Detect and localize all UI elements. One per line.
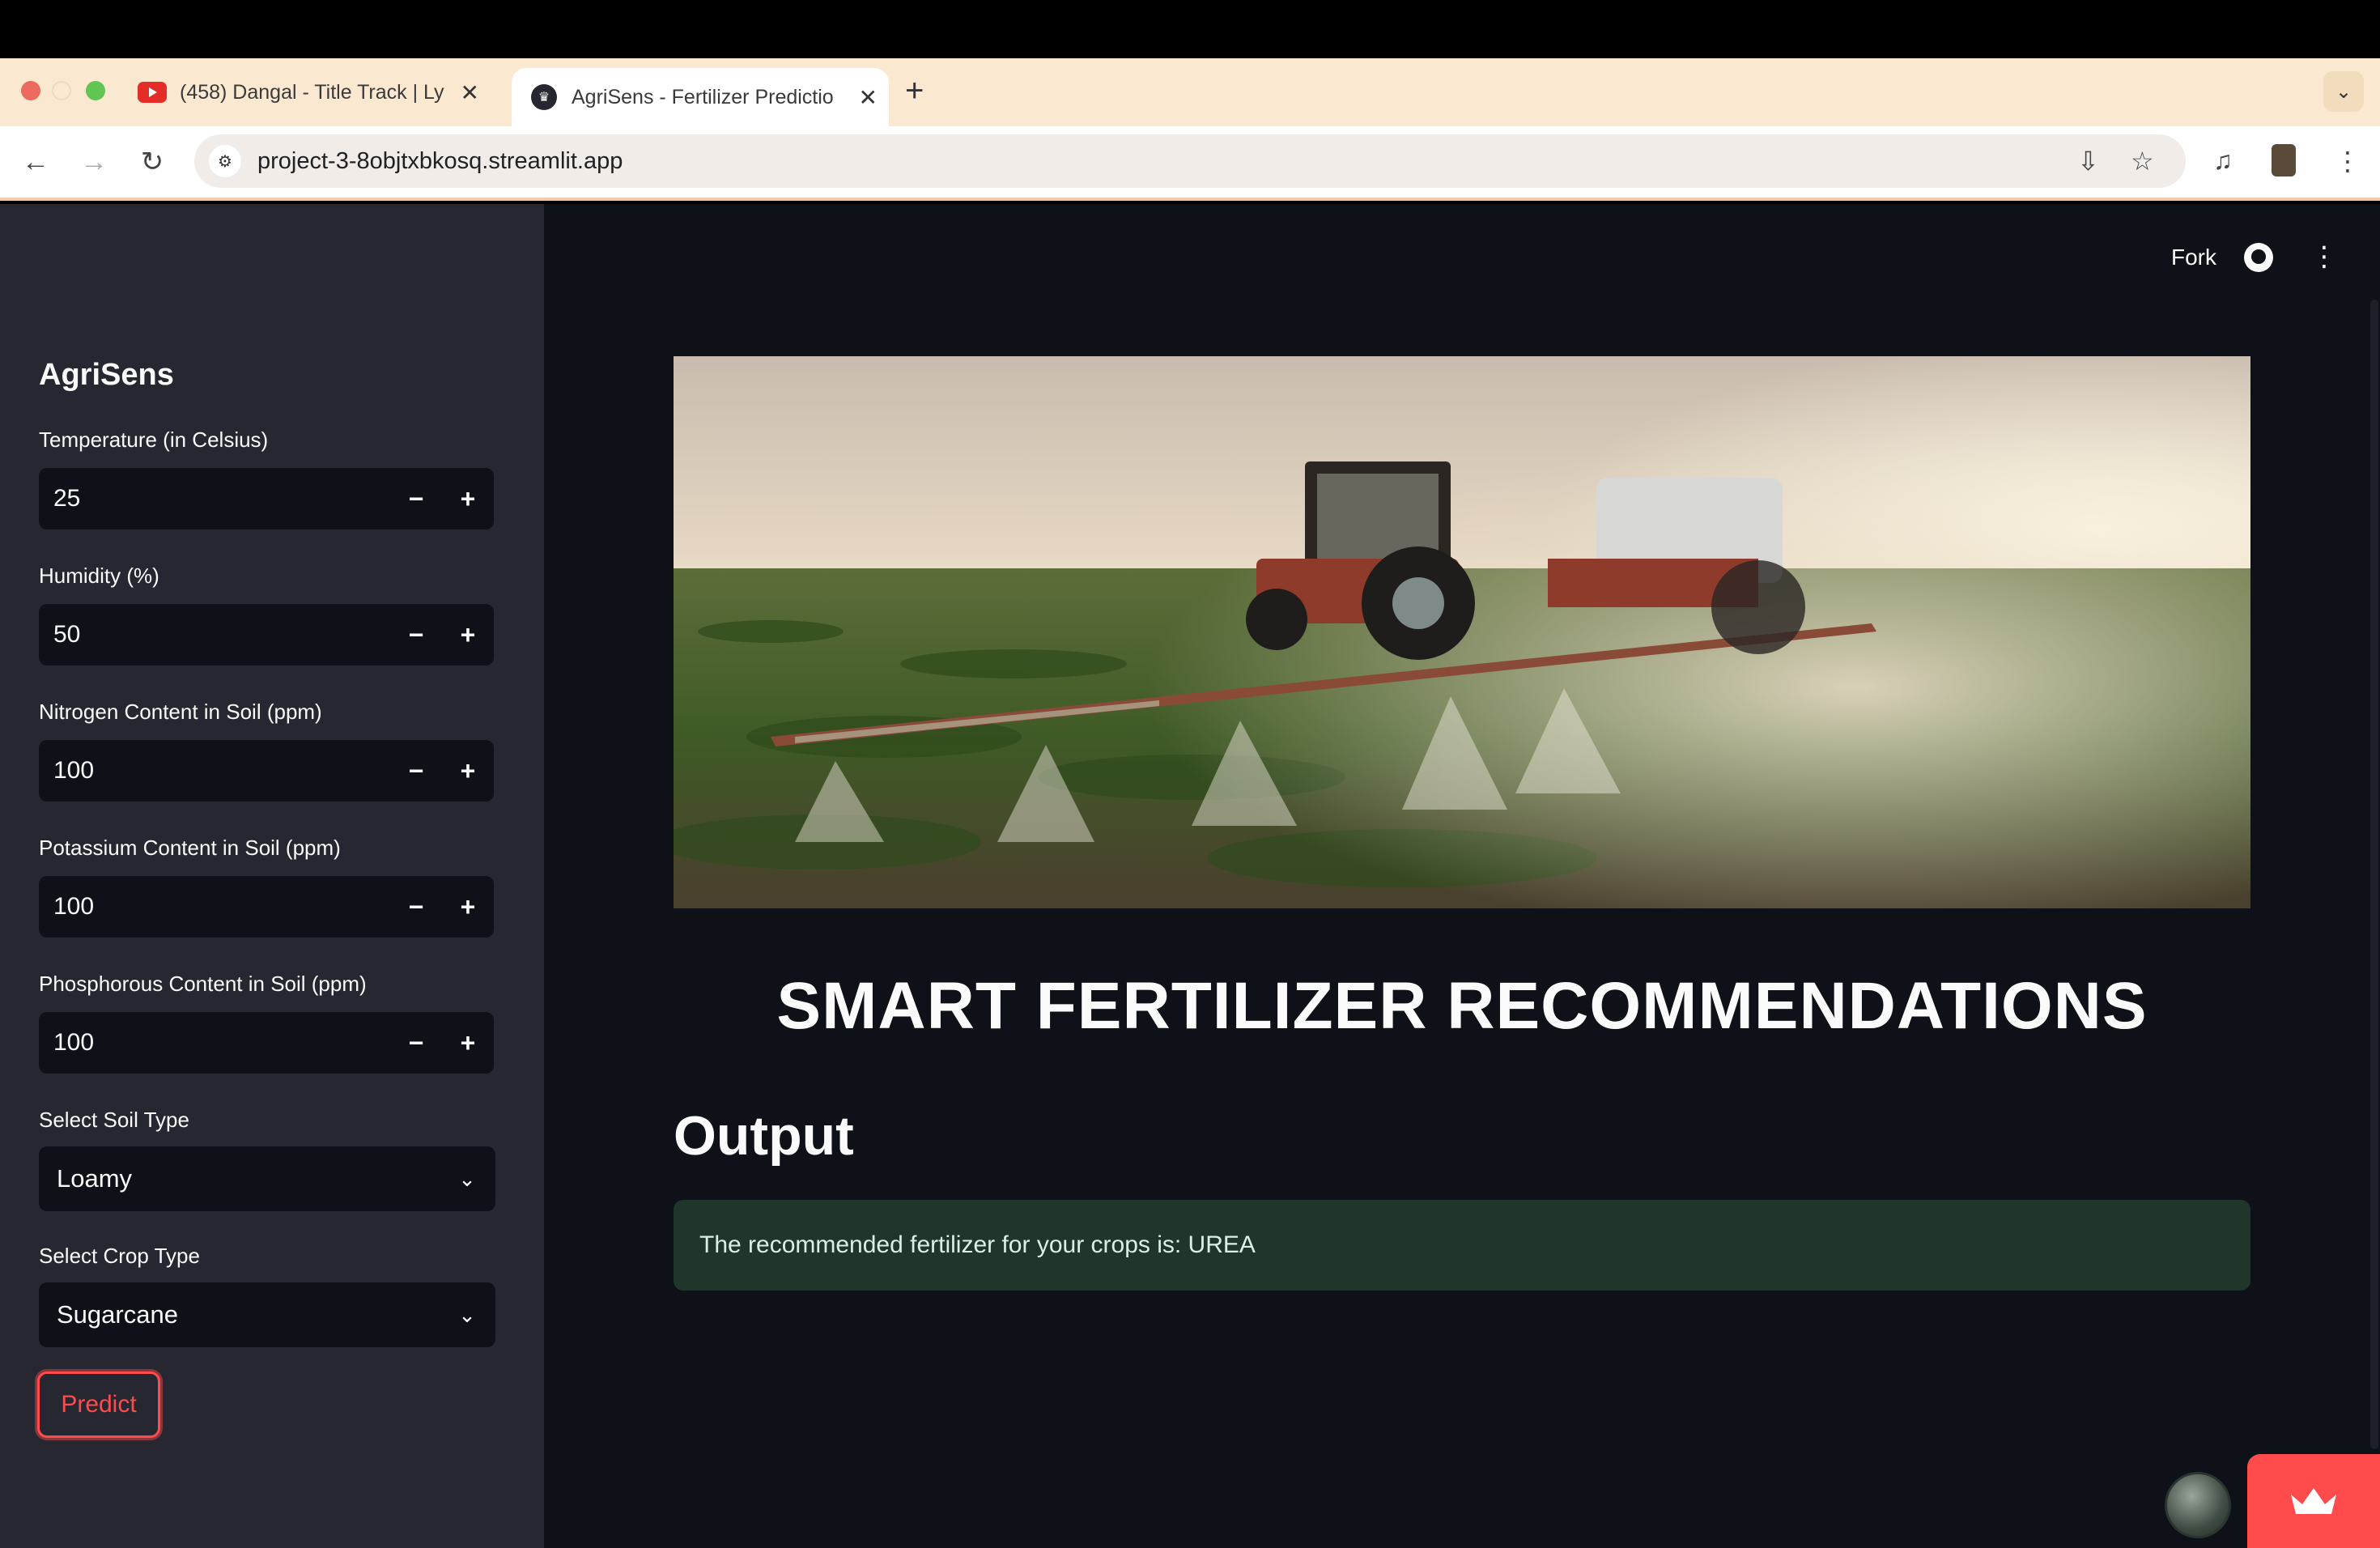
soil-type-value[interactable]: Loamy — [57, 1164, 439, 1193]
crop-type-value[interactable]: Sugarcane — [57, 1300, 439, 1329]
forward-arrow-icon[interactable]: → — [74, 142, 113, 181]
user-avatar[interactable] — [2165, 1472, 2231, 1538]
decrement-button[interactable]: − — [390, 604, 442, 666]
streamlit-crown-icon — [2291, 1488, 2336, 1514]
temperature-label: Temperature (in Celsius) — [39, 427, 269, 452]
crop-type-select[interactable]: Sugarcane ⌄ — [39, 1282, 495, 1347]
decrement-button[interactable]: − — [390, 468, 442, 529]
sidebar-brand: AgriSens — [39, 358, 174, 392]
increment-button[interactable]: + — [442, 876, 494, 938]
potassium-value[interactable]: 100 — [53, 893, 390, 921]
phosphorous-label: Phosphorous Content in Soil (ppm) — [39, 972, 367, 996]
result-text: The recommended fertilizer for your crop… — [699, 1231, 1256, 1258]
tab-title: AgriSens - Fertilizer Predictio — [572, 85, 834, 108]
tab-search-chevron-icon[interactable]: ⌄ — [2323, 71, 2364, 112]
url-text[interactable]: project-3-8objtxbkosq.streamlit.app — [257, 148, 623, 175]
scrollbar[interactable] — [2370, 300, 2378, 1449]
tab-title: (458) Dangal - Title Track | Ly — [180, 80, 444, 104]
predict-button[interactable]: Predict — [37, 1372, 160, 1438]
hero-image — [674, 356, 2250, 908]
profile-avatar-icon[interactable] — [2272, 144, 2296, 176]
nitrogen-label: Nitrogen Content in Soil (ppm) — [39, 700, 322, 724]
temperature-input[interactable]: 25 − + — [39, 468, 494, 529]
fork-button[interactable]: Fork — [2171, 245, 2216, 270]
humidity-label: Humidity (%) — [39, 563, 159, 588]
streamlit-badge[interactable] — [2247, 1454, 2380, 1548]
minimize-window-button[interactable] — [52, 81, 71, 100]
chevron-down-icon[interactable]: ⌄ — [439, 1303, 495, 1328]
close-tab-icon[interactable]: ✕ — [859, 84, 878, 111]
nitrogen-value[interactable]: 100 — [53, 757, 390, 785]
increment-button[interactable]: + — [442, 1012, 494, 1074]
tab-agrisens[interactable]: ♛ AgriSens - Fertilizer Predictio ✕ — [512, 68, 889, 126]
reload-icon[interactable]: ↻ — [133, 142, 172, 181]
humidity-input[interactable]: 50 − + — [39, 604, 494, 666]
phosphorous-input[interactable]: 100 − + — [39, 1012, 494, 1074]
decrement-button[interactable]: − — [390, 1012, 442, 1074]
output-heading: Output — [674, 1105, 854, 1167]
site-settings-icon[interactable]: ⚙ — [209, 145, 241, 177]
soil-type-label: Select Soil Type — [39, 1108, 189, 1132]
chevron-down-icon[interactable]: ⌄ — [439, 1167, 495, 1192]
decrement-button[interactable]: − — [390, 876, 442, 938]
increment-button[interactable]: + — [442, 604, 494, 666]
soil-type-select[interactable]: Loamy ⌄ — [39, 1146, 495, 1211]
result-alert: The recommended fertilizer for your crop… — [674, 1200, 2250, 1291]
increment-button[interactable]: + — [442, 468, 494, 529]
increment-button[interactable]: + — [442, 740, 494, 802]
address-bar[interactable]: ⚙ project-3-8objtxbkosq.streamlit.app — [194, 134, 2186, 188]
humidity-value[interactable]: 50 — [53, 621, 390, 649]
browser-window: (458) Dangal - Title Track | Ly ✕ ♛ Agri… — [0, 0, 2380, 1548]
temperature-value[interactable]: 25 — [53, 485, 390, 512]
potassium-input[interactable]: 100 − + — [39, 876, 494, 938]
maximize-window-button[interactable] — [86, 81, 105, 100]
nitrogen-input[interactable]: 100 − + — [39, 740, 494, 802]
youtube-icon — [138, 82, 167, 103]
app-menu-icon[interactable]: ⋮ — [2310, 243, 2338, 270]
streamlit-favicon-icon: ♛ — [531, 84, 557, 110]
browser-menu-icon[interactable]: ⋮ — [2335, 146, 2361, 176]
close-tab-icon[interactable]: ✕ — [461, 79, 479, 106]
tab-youtube[interactable]: (458) Dangal - Title Track | Ly ✕ — [134, 68, 491, 117]
back-arrow-icon[interactable]: ← — [16, 142, 55, 181]
github-icon[interactable] — [2244, 243, 2273, 272]
crop-type-label: Select Crop Type — [39, 1244, 200, 1268]
decrement-button[interactable]: − — [390, 740, 442, 802]
tractor-spraying-field-image — [674, 356, 2250, 908]
new-tab-button[interactable]: + — [905, 73, 924, 109]
install-app-icon[interactable]: ⇩ — [2077, 146, 2099, 176]
phosphorous-value[interactable]: 100 — [53, 1029, 390, 1057]
bookmark-star-icon[interactable]: ☆ — [2131, 146, 2154, 176]
close-window-button[interactable] — [21, 81, 40, 100]
potassium-label: Potassium Content in Soil (ppm) — [39, 836, 341, 860]
media-control-icon[interactable]: ♫ — [2213, 146, 2233, 176]
page-title: SMART FERTILIZER RECOMMENDATIONS — [776, 969, 2148, 1043]
